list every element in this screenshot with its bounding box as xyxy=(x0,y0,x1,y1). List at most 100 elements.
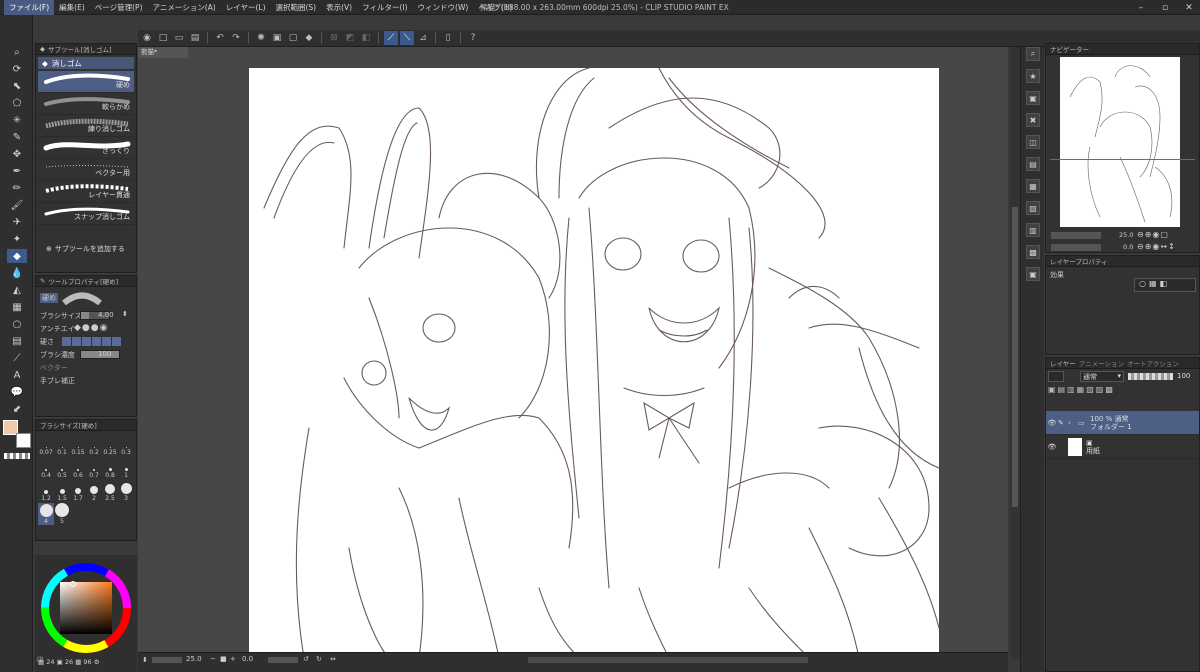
zoom-slider[interactable] xyxy=(152,657,182,663)
menu-view[interactable]: 表示(V) xyxy=(321,0,357,15)
auto-select-icon[interactable]: ✳ xyxy=(7,113,27,127)
subtool-item-soft[interactable]: 軟らかめ xyxy=(38,93,134,115)
menu-filter[interactable]: フィルター(I) xyxy=(357,0,412,15)
ruler-icon[interactable]: ⟋ xyxy=(7,351,27,365)
minimize-button[interactable]: – xyxy=(1130,1,1152,14)
rotate-left-icon[interactable]: ↺ xyxy=(303,655,309,663)
invert-selection-icon[interactable]: ◩ xyxy=(343,31,357,45)
effect-buttons[interactable]: ○▦◧ xyxy=(1134,278,1196,292)
material-effect-icon[interactable]: ▧ xyxy=(1026,201,1040,215)
fill-icon[interactable]: ▣ xyxy=(270,31,284,45)
clip-studio-icon[interactable]: ◉ xyxy=(140,31,154,45)
menu-page[interactable]: ページ管理(P) xyxy=(90,0,148,15)
redo-icon[interactable]: ↷ xyxy=(229,31,243,45)
correction-icon[interactable]: ⬋ xyxy=(7,402,27,416)
material-3d-icon[interactable]: ▦ xyxy=(1026,179,1040,193)
clear-icon[interactable]: ▢ xyxy=(286,31,300,45)
text-icon[interactable]: A xyxy=(7,368,27,382)
rotate-right-icon[interactable]: ↻ xyxy=(316,655,322,663)
menu-layer[interactable]: レイヤー(L) xyxy=(221,0,271,15)
horizontal-scrollbar[interactable] xyxy=(528,657,808,663)
rotation-slider[interactable] xyxy=(268,657,298,663)
snap-grid-icon[interactable]: ⊿ xyxy=(416,31,430,45)
navigator-rotate-buttons-icon[interactable]: ⊖⊕◉↔↕ xyxy=(1137,242,1176,251)
snap-special-ruler-icon[interactable]: ⟍ xyxy=(400,31,414,45)
figure-icon[interactable]: ○ xyxy=(7,317,27,331)
material-all-icon[interactable]: ▥ xyxy=(1026,223,1040,237)
airbrush-icon[interactable]: ✈ xyxy=(7,215,27,229)
material-icon[interactable]: ★ xyxy=(1026,69,1040,83)
open-file-icon[interactable]: ▭ xyxy=(172,31,186,45)
settings-icon[interactable]: ⚙ xyxy=(94,658,100,666)
brush-size-cell[interactable]: 0.25 xyxy=(102,434,118,456)
color-wheel[interactable] xyxy=(35,555,137,655)
brush-size-cell[interactable]: 0.4 xyxy=(38,457,54,479)
brush-size-cell[interactable]: 3 xyxy=(118,480,134,502)
brush-size-cell[interactable]: 0.2 xyxy=(86,434,102,456)
brush-size-cell[interactable]: 0.3 xyxy=(118,434,134,456)
sub-color-swatch[interactable] xyxy=(16,433,31,448)
brush-size-cell[interactable]: 1 xyxy=(118,457,134,479)
color-history-icon[interactable]: ▦ xyxy=(38,658,44,666)
brush-size-cell[interactable]: 5 xyxy=(54,503,70,525)
material-pattern-icon[interactable]: ◫ xyxy=(1026,135,1040,149)
tab-auto-action[interactable]: オートアクション xyxy=(1127,358,1179,368)
brush-size-cell[interactable]: 1.7 xyxy=(70,480,86,502)
vertical-scroll-thumb[interactable] xyxy=(1012,207,1018,507)
close-button[interactable]: ✕ xyxy=(1178,1,1200,14)
brush-icon[interactable]: 🖌 xyxy=(7,198,27,212)
menu-animation[interactable]: アニメーション(A) xyxy=(148,0,221,15)
tab-animation[interactable]: アニメーション xyxy=(1079,358,1124,368)
save-icon[interactable]: ▤ xyxy=(188,31,202,45)
zoom-plus-icon[interactable]: + xyxy=(230,655,236,663)
brush-size-cell[interactable]: 0.5 xyxy=(54,457,70,479)
layer-toolbar[interactable]: ▣▤▥▦▧▨▩ xyxy=(1048,385,1199,397)
document-tab[interactable]: 熊猫* xyxy=(138,47,188,58)
material-image-icon[interactable]: ▣ xyxy=(1026,91,1040,105)
pen-icon[interactable]: ✒ xyxy=(7,164,27,178)
menu-window[interactable]: ウィンドウ(W) xyxy=(413,0,474,15)
subtool-group-tab[interactable]: ◆ 消しゴム xyxy=(38,57,134,69)
brush-size-cell[interactable]: 4 xyxy=(38,503,54,525)
pencil-icon[interactable]: ✏ xyxy=(7,181,27,195)
opacity-slider[interactable] xyxy=(1128,373,1173,380)
subtool-item-kneaded[interactable]: 練り消しゴム xyxy=(38,115,134,137)
lasso-icon[interactable]: ⬠ xyxy=(7,96,27,110)
undo-icon[interactable]: ↶ xyxy=(213,31,227,45)
brush-size-cell[interactable]: 2 xyxy=(86,480,102,502)
operation-icon[interactable]: ⬉ xyxy=(7,79,27,93)
maximize-button[interactable]: ▫ xyxy=(1154,1,1176,14)
brush-size-spin-icon[interactable]: ⬍ xyxy=(122,310,128,318)
move-layer-icon[interactable]: ✥ xyxy=(7,147,27,161)
zoom-minus-icon[interactable]: − xyxy=(210,655,216,663)
blend-icon[interactable]: 💧 xyxy=(7,266,27,280)
brush-size-cell[interactable]: 0.1 xyxy=(54,434,70,456)
balloon-icon[interactable]: 💬 xyxy=(7,385,27,399)
subtool-item-hard[interactable]: 硬め xyxy=(38,71,134,93)
loading-icon[interactable]: ✺ xyxy=(254,31,268,45)
eye-icon[interactable]: 👁 xyxy=(1046,443,1058,451)
blend-mode-select[interactable]: 通常 ▾ xyxy=(1080,371,1124,382)
brush-size-cell[interactable]: 0.7 xyxy=(86,457,102,479)
brush-size-cell[interactable]: 1.2 xyxy=(38,480,54,502)
subtool-item-vector[interactable]: ベクター用 xyxy=(38,159,134,181)
transparent-color-icon[interactable] xyxy=(4,453,30,459)
menu-selection[interactable]: 選択範囲(S) xyxy=(271,0,322,15)
eyedropper-icon[interactable]: ✎ xyxy=(7,130,27,144)
hardness-selector[interactable] xyxy=(62,337,121,346)
zoom-fit-icon[interactable]: ■ xyxy=(220,655,227,663)
drawing-canvas[interactable] xyxy=(249,68,939,658)
brush-size-cell[interactable]: 0.15 xyxy=(70,434,86,456)
tablet-icon[interactable]: ▯ xyxy=(441,31,455,45)
decoration-icon[interactable]: ✦ xyxy=(7,232,27,246)
snap-ruler-icon[interactable]: ⟋ xyxy=(384,31,398,45)
navigator-zoom-slider[interactable] xyxy=(1051,232,1101,239)
vertical-scrollbar[interactable] xyxy=(1010,47,1020,659)
brush-size-cell[interactable]: 2.5 xyxy=(102,480,118,502)
gradient-icon[interactable]: ▦ xyxy=(7,300,27,314)
navigator-rotate-slider[interactable] xyxy=(1051,244,1101,251)
transform-icon[interactable]: ◆ xyxy=(302,31,316,45)
tab-layer[interactable]: レイヤー xyxy=(1050,358,1076,368)
material-brush-icon[interactable]: ▩ xyxy=(1026,245,1040,259)
subtool-item-through-layer[interactable]: レイヤー貫通 xyxy=(38,181,134,203)
